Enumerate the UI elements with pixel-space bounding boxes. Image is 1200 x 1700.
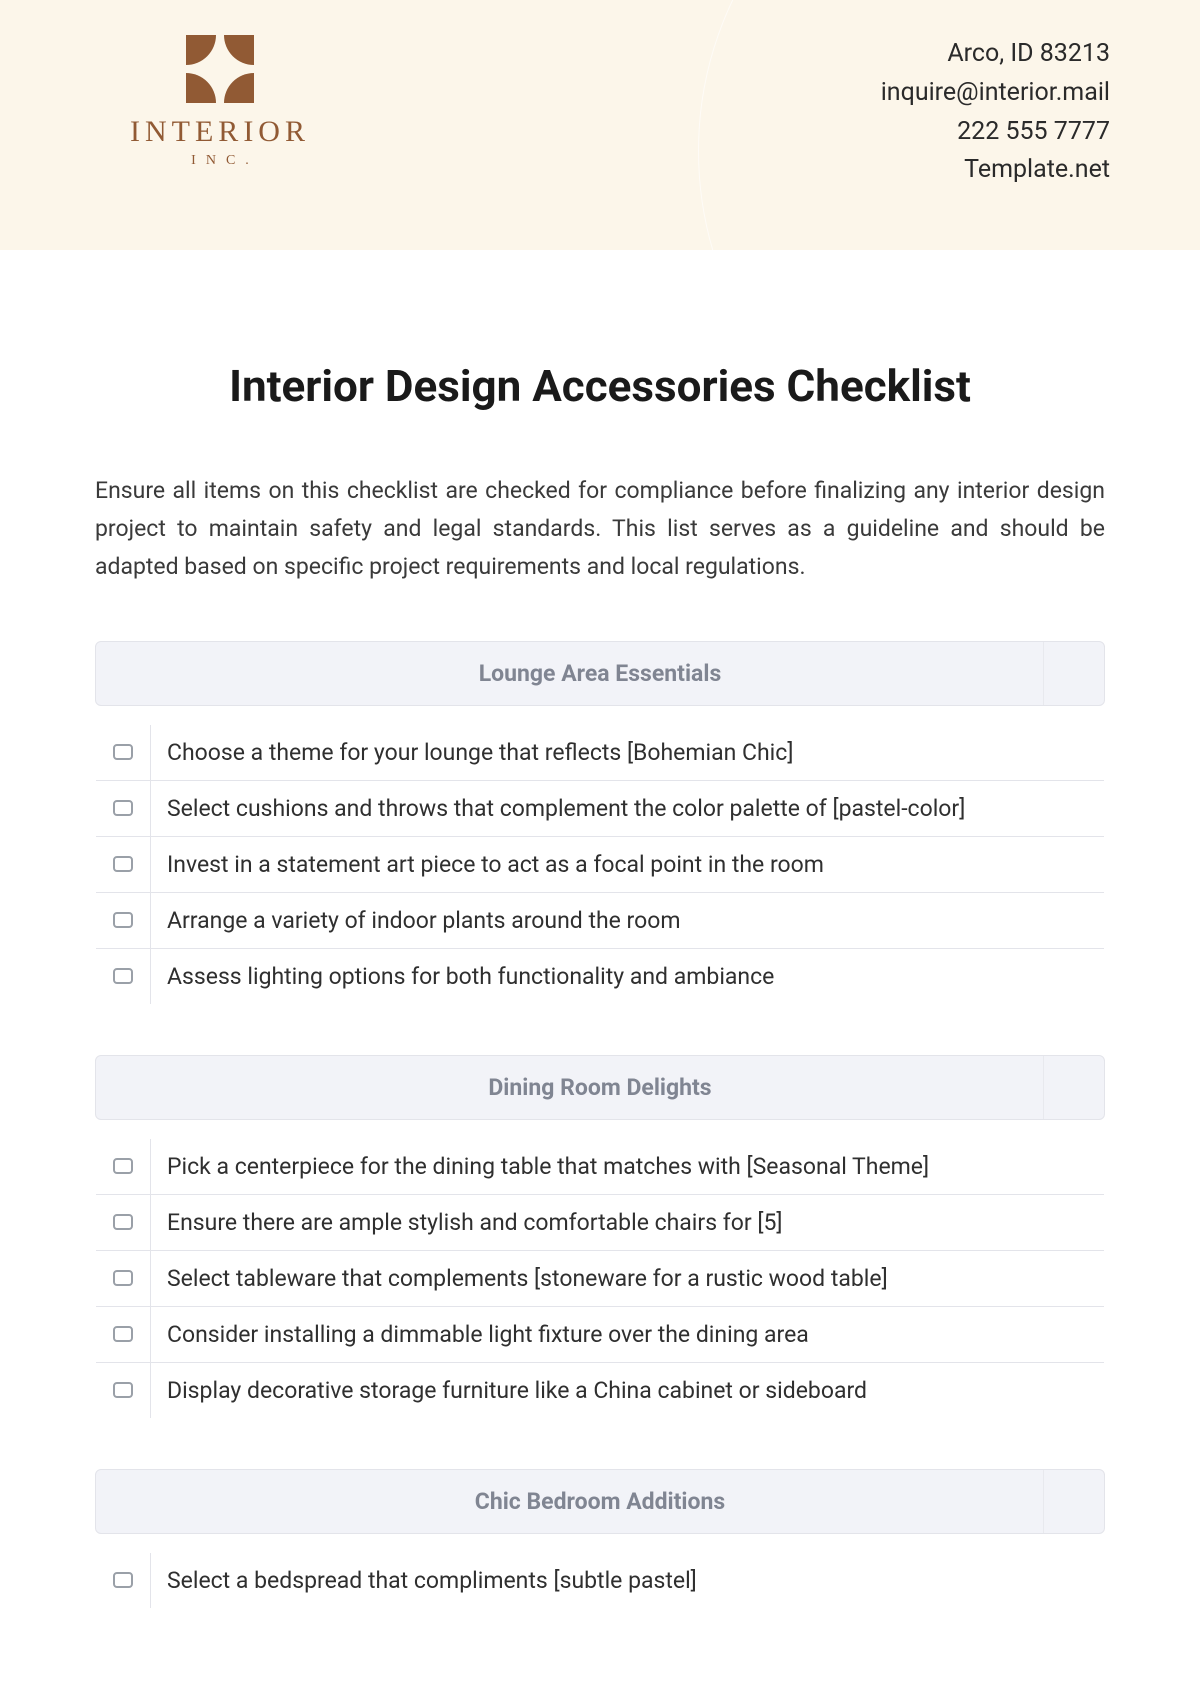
table-row: Select cushions and throws that compleme…	[96, 780, 1105, 836]
checkbox-cell[interactable]	[96, 1250, 151, 1306]
checklist-table: Pick a centerpiece for the dining table …	[95, 1138, 1105, 1419]
checkbox-cell[interactable]	[96, 724, 151, 780]
checkbox-cell[interactable]	[96, 1306, 151, 1362]
logo-name: INTERIOR	[130, 115, 310, 149]
checklist-item-text: Pick a centerpiece for the dining table …	[151, 1138, 1105, 1194]
checkbox-icon[interactable]	[113, 912, 133, 928]
section-header: Dining Room Delights	[95, 1055, 1105, 1120]
checkbox-icon[interactable]	[113, 744, 133, 760]
checklist-item-text: Invest in a statement art piece to act a…	[151, 836, 1105, 892]
document-body: Interior Design Accessories Checklist En…	[0, 250, 1200, 1699]
checkbox-cell[interactable]	[96, 1552, 151, 1608]
checkbox-icon[interactable]	[113, 1572, 133, 1588]
checklist-item-text: Arrange a variety of indoor plants aroun…	[151, 892, 1105, 948]
contact-email: inquire@interior.mail	[881, 74, 1110, 113]
section-header: Lounge Area Essentials	[95, 641, 1105, 706]
checklist-item-text: Select tableware that complements [stone…	[151, 1250, 1105, 1306]
logo-block: INTERIOR INC.	[130, 35, 310, 169]
table-row: Assess lighting options for both functio…	[96, 948, 1105, 1004]
checkbox-cell[interactable]	[96, 1194, 151, 1250]
table-row: Pick a centerpiece for the dining table …	[96, 1138, 1105, 1194]
checklist-item-text: Consider installing a dimmable light fix…	[151, 1306, 1105, 1362]
table-row: Invest in a statement art piece to act a…	[96, 836, 1105, 892]
checklist-item-text: Select a bedspread that compliments [sub…	[151, 1552, 1105, 1608]
checklist-table: Select a bedspread that compliments [sub…	[95, 1552, 1105, 1609]
checkbox-icon[interactable]	[113, 1382, 133, 1398]
checklist-item-text: Select cushions and throws that compleme…	[151, 780, 1105, 836]
checkbox-cell[interactable]	[96, 948, 151, 1004]
table-row: Select a bedspread that compliments [sub…	[96, 1552, 1105, 1608]
intro-paragraph: Ensure all items on this checklist are c…	[95, 472, 1105, 586]
checkbox-cell[interactable]	[96, 780, 151, 836]
checklist-item-text: Display decorative storage furniture lik…	[151, 1362, 1105, 1418]
checkbox-icon[interactable]	[113, 968, 133, 984]
checkbox-cell[interactable]	[96, 892, 151, 948]
checklist-item-text: Assess lighting options for both functio…	[151, 948, 1105, 1004]
checklist-item-text: Choose a theme for your lounge that refl…	[151, 724, 1105, 780]
contact-phone: 222 555 7777	[881, 113, 1110, 152]
logo-subtitle: INC.	[191, 153, 259, 169]
checkbox-icon[interactable]	[113, 1326, 133, 1342]
section-header: Chic Bedroom Additions	[95, 1469, 1105, 1534]
page-title: Interior Design Accessories Checklist	[95, 360, 1105, 412]
logo-icon	[186, 35, 254, 103]
checklist-item-text: Ensure there are ample stylish and comfo…	[151, 1194, 1105, 1250]
checkbox-cell[interactable]	[96, 1138, 151, 1194]
table-row: Ensure there are ample stylish and comfo…	[96, 1194, 1105, 1250]
checkbox-icon[interactable]	[113, 1270, 133, 1286]
contact-site: Template.net	[881, 151, 1110, 190]
document-header: INTERIOR INC. Arco, ID 83213 inquire@int…	[0, 0, 1200, 250]
checklist-table: Choose a theme for your lounge that refl…	[95, 724, 1105, 1005]
table-row: Display decorative storage furniture lik…	[96, 1362, 1105, 1418]
checkbox-cell[interactable]	[96, 836, 151, 892]
checkbox-icon[interactable]	[113, 856, 133, 872]
checkbox-icon[interactable]	[113, 1214, 133, 1230]
checkbox-icon[interactable]	[113, 1158, 133, 1174]
checkbox-icon[interactable]	[113, 800, 133, 816]
contact-block: Arco, ID 83213 inquire@interior.mail 222…	[881, 35, 1110, 190]
contact-address: Arco, ID 83213	[881, 35, 1110, 74]
table-row: Select tableware that complements [stone…	[96, 1250, 1105, 1306]
checkbox-cell[interactable]	[96, 1362, 151, 1418]
table-row: Arrange a variety of indoor plants aroun…	[96, 892, 1105, 948]
table-row: Choose a theme for your lounge that refl…	[96, 724, 1105, 780]
table-row: Consider installing a dimmable light fix…	[96, 1306, 1105, 1362]
